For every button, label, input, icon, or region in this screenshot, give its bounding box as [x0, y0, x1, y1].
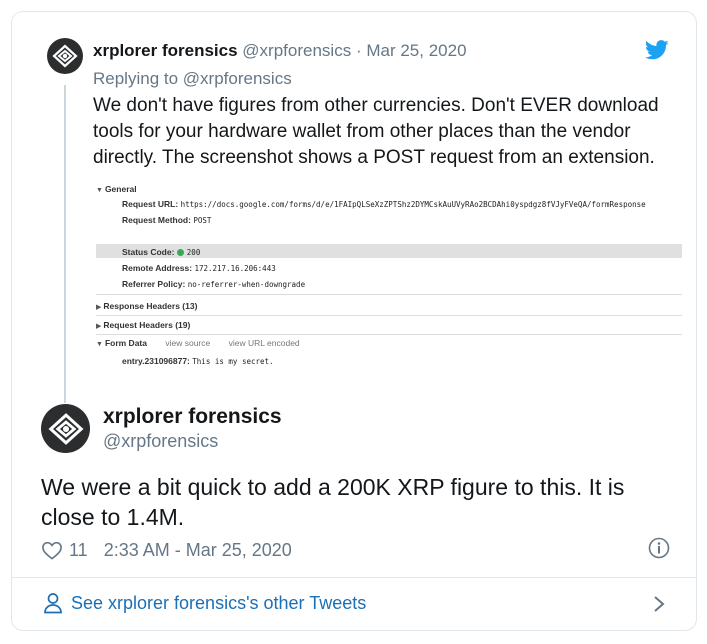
tweet-timestamp[interactable]: 2:33 AM - Mar 25, 2020 — [104, 540, 292, 561]
like-count[interactable]: 11 — [69, 540, 88, 561]
status-dot-icon — [176, 249, 184, 256]
author-name[interactable]: xrplorer forensics — [103, 405, 282, 429]
caret-right-icon: ▶ — [96, 323, 102, 330]
replying-handle-link[interactable]: @xrpforensics — [183, 69, 292, 88]
twitter-bird-icon[interactable] — [645, 40, 669, 60]
status-code-row: Status Code: 200 — [122, 247, 201, 257]
request-method-row: Request Method: POST — [122, 215, 212, 225]
form-data-section: ▼ Form Data view source view URL encoded — [96, 338, 300, 348]
main-tweet-text: We were a bit quick to add a 200K XRP fi… — [41, 474, 625, 530]
remote-address-row: Remote Address: 172.217.16.206:443 — [122, 263, 276, 273]
heart-icon[interactable] — [41, 540, 63, 560]
replying-to: Replying to @xrpforensics — [93, 69, 292, 89]
see-other-tweets-link[interactable]: See xrplorer forensics's other Tweets — [43, 592, 366, 614]
divider — [96, 334, 682, 335]
divider — [96, 294, 682, 295]
caret-right-icon: ▶ — [96, 304, 102, 311]
request-headers-section: ▶ Request Headers (19) — [96, 320, 191, 330]
see-other-tweets-label[interactable]: See xrplorer forensics's other Tweets — [71, 593, 366, 614]
parent-tweet-text: We don't have figures from other currenc… — [93, 95, 659, 168]
divider — [12, 577, 696, 578]
person-icon — [44, 593, 62, 614]
chevron-right-icon[interactable] — [652, 594, 666, 614]
caret-down-icon: ▼ — [96, 187, 103, 194]
tweet-card: xrplorer forensics @xrpforensics · Mar 2… — [11, 11, 697, 631]
response-headers-section: ▶ Response Headers (13) — [96, 301, 198, 311]
devtools-screenshot[interactable]: ▼ General Request URL: https://docs.googl… — [96, 184, 682, 376]
tweet-date[interactable]: Mar 25, 2020 — [366, 41, 466, 60]
xrplorer-logo-icon — [52, 44, 78, 68]
thread-line — [64, 85, 66, 403]
author-handle[interactable]: @xrpforensics — [103, 431, 218, 452]
caret-down-icon: ▼ — [96, 341, 103, 348]
referrer-policy-row: Referrer Policy: no-referrer-when-downgr… — [122, 279, 306, 289]
separator: · — [355, 41, 362, 60]
avatar[interactable] — [47, 38, 83, 74]
author-name[interactable]: xrplorer forensics — [93, 41, 238, 60]
xrplorer-logo-icon — [48, 412, 83, 445]
tweet-meta: 11 2:33 AM - Mar 25, 2020 — [41, 538, 292, 562]
avatar[interactable] — [41, 404, 90, 453]
general-section-header: ▼ General — [96, 184, 137, 194]
parent-tweet-header: xrplorer forensics @xrpforensics · Mar 2… — [93, 41, 467, 61]
author-handle[interactable]: @xrpforensics — [242, 41, 351, 60]
form-entry-row: entry.231096877: This is my secret. — [122, 356, 274, 366]
info-icon[interactable] — [648, 537, 670, 559]
request-url-row: Request URL: https://docs.google.com/for… — [122, 199, 646, 209]
divider — [96, 315, 682, 316]
replying-prefix: Replying to — [93, 69, 179, 88]
